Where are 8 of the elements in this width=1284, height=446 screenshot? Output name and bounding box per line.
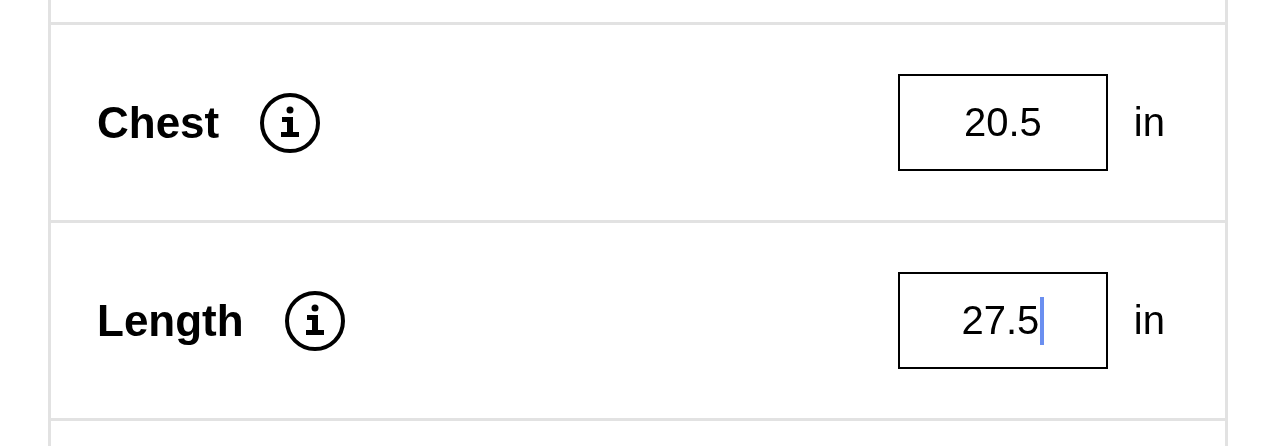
field-label: Chest — [97, 97, 220, 148]
unit-label: in — [1133, 100, 1165, 145]
info-icon[interactable] — [259, 91, 322, 154]
field-label: Length — [97, 295, 244, 346]
input-field[interactable]: 20.5 — [897, 74, 1108, 171]
info-icon[interactable] — [283, 289, 346, 352]
input-field[interactable]: 27.5 — [897, 272, 1108, 369]
unit-label: in — [1133, 298, 1165, 343]
